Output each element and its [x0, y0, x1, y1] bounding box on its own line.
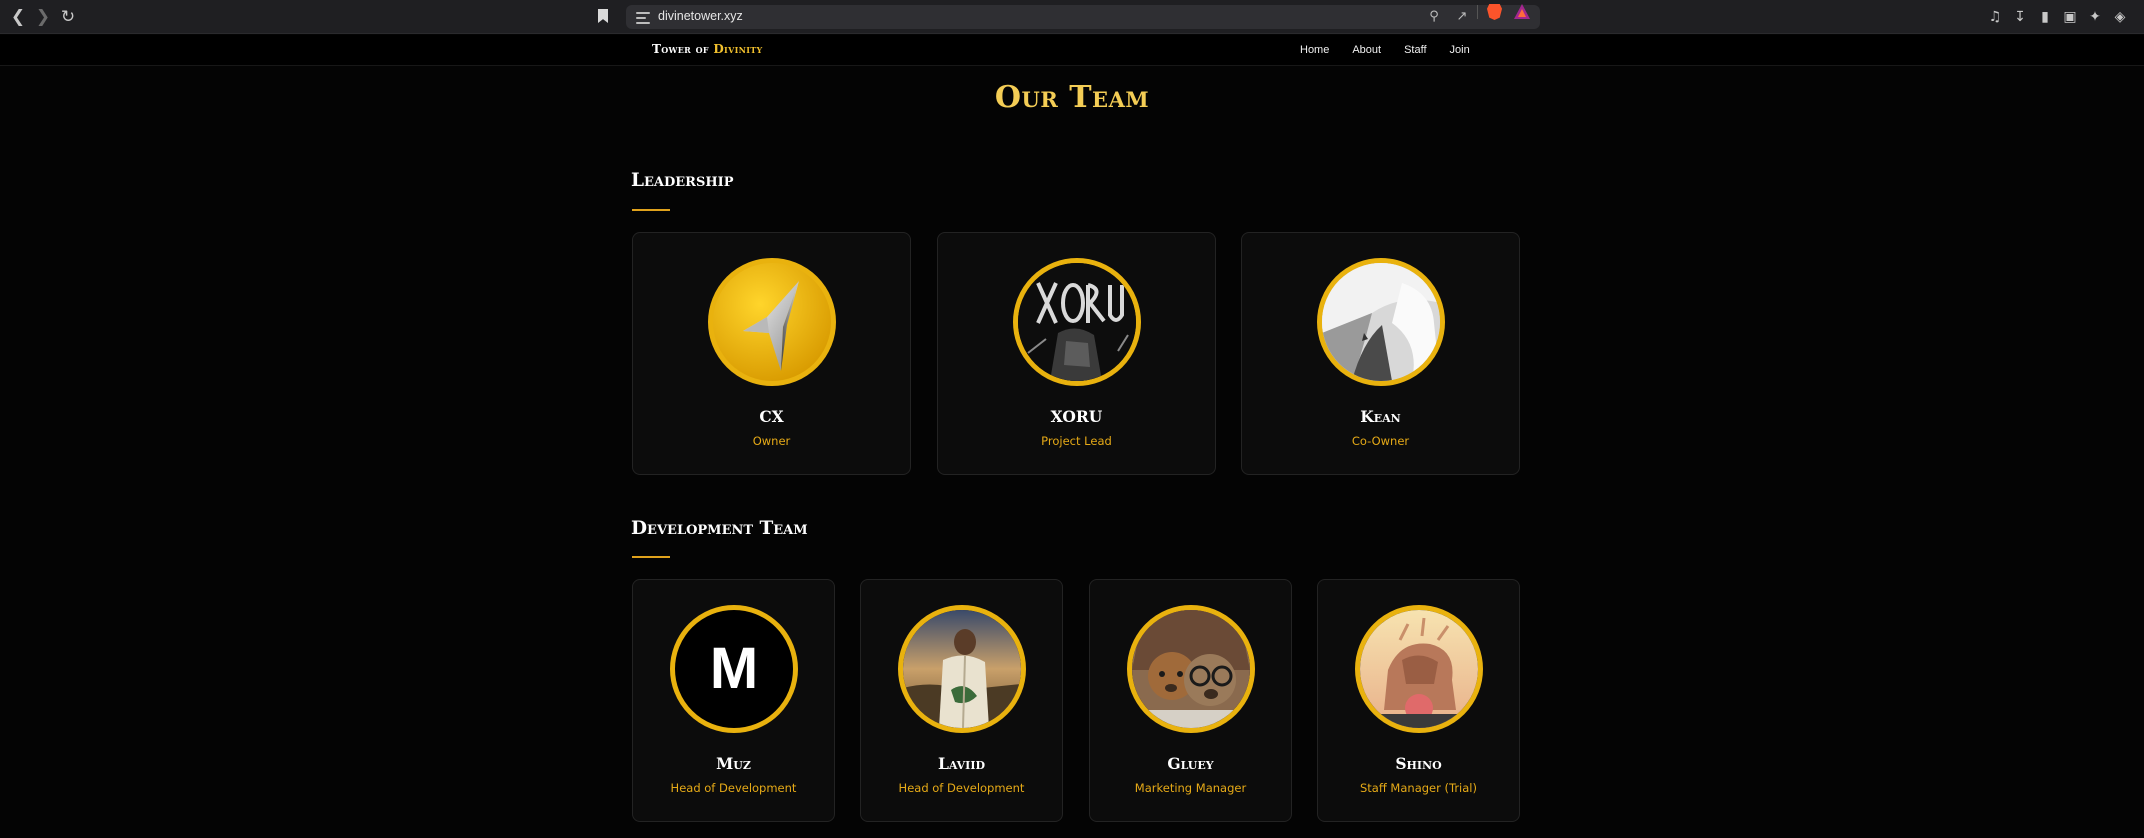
site-settings-icon[interactable] [636, 10, 650, 24]
sunset-figure-avatar-icon [1360, 610, 1478, 728]
member-name: CX [759, 407, 784, 426]
forward-icon[interactable]: ❯ [33, 7, 53, 27]
member-role: Staff Manager (Trial) [1360, 781, 1477, 795]
nav-links: Home About Staff Join [1300, 44, 1493, 56]
site-navbar: Tower of Divinity Home About Staff Join [0, 35, 2144, 66]
music-icon[interactable]: ♫ [1986, 8, 2004, 26]
brave-rewards-icon[interactable] [1514, 4, 1530, 19]
avatar-kean [1317, 258, 1445, 386]
avatar-laviid [898, 605, 1026, 733]
site-brand[interactable]: Tower of Divinity [652, 42, 763, 56]
member-role: Co-Owner [1351, 434, 1410, 448]
teddy-bears-avatar-icon [1132, 610, 1250, 728]
avatar-shino [1355, 605, 1483, 733]
member-role: Project Lead [1041, 434, 1112, 448]
member-name: Laviid [938, 754, 985, 773]
section-title-leadership: Leadership [631, 170, 734, 191]
member-role: Head of Development [670, 781, 797, 795]
vpn-shield-icon[interactable]: ◈ [2111, 8, 2129, 26]
brand-text: Tower of [652, 42, 714, 56]
section-underline [632, 209, 670, 211]
avatar-gluey [1127, 605, 1255, 733]
zoom-icon[interactable]: ⚲ [1426, 9, 1442, 25]
nav-about-link[interactable]: About [1352, 44, 1381, 56]
url-text[interactable]: divinetower.xyz [658, 9, 743, 23]
member-role: Owner [752, 434, 791, 448]
page-title: Our Team [994, 80, 1150, 115]
member-card-laviid: Laviid Head of Development [860, 579, 1063, 822]
wallet-icon[interactable]: ▣ [2061, 8, 2079, 26]
leo-ai-icon[interactable]: ✦ [2086, 8, 2104, 26]
section-underline [632, 556, 670, 558]
member-name: XORU [1050, 407, 1103, 426]
member-card-shino: Shino Staff Manager (Trial) [1317, 579, 1520, 822]
xoru-artwork [1018, 263, 1136, 381]
member-name: Gluey [1167, 754, 1214, 773]
member-name: Kean [1360, 407, 1401, 426]
nav-join-link[interactable]: Join [1450, 44, 1470, 56]
brand-accent-text: Divinity [713, 42, 763, 56]
avatar-muz: M [670, 605, 798, 733]
avatar-cx [708, 258, 836, 386]
divider [1477, 5, 1478, 19]
share-icon[interactable]: ↗ [1454, 9, 1470, 25]
letter-m-avatar-icon: M [709, 636, 759, 701]
painting-avatar-icon [903, 610, 1021, 728]
section-title-development-team: Development Team [631, 518, 808, 539]
gold-star-icon [713, 263, 831, 381]
reload-icon[interactable]: ↻ [58, 7, 78, 27]
nav-home-link[interactable]: Home [1300, 44, 1329, 56]
browser-toolbar: ❮ ❯ ↻ divinetower.xyz ⚲ ↗ ♫ ↧ ▮ ▣ ✦ ◈ [0, 0, 2144, 34]
grayscale-photo [1322, 263, 1440, 381]
member-card-cx: CX Owner [632, 232, 911, 475]
bookmark-icon[interactable] [598, 9, 608, 23]
member-role: Marketing Manager [1134, 781, 1247, 795]
member-card-xoru: XORU Project Lead [937, 232, 1216, 475]
download-icon[interactable]: ↧ [2011, 8, 2029, 26]
member-card-muz: M Muz Head of Development [632, 579, 835, 822]
member-name: Muz [716, 754, 751, 773]
brave-shields-icon[interactable] [1487, 4, 1502, 20]
sidebar-icon[interactable]: ▮ [2036, 8, 2054, 26]
member-card-kean: Kean Co-Owner [1241, 232, 1520, 475]
member-name: Shino [1395, 754, 1442, 773]
back-icon[interactable]: ❮ [8, 7, 28, 27]
address-bar[interactable]: divinetower.xyz ⚲ ↗ [626, 5, 1540, 29]
member-card-gluey: Gluey Marketing Manager [1089, 579, 1292, 822]
member-role: Head of Development [898, 781, 1025, 795]
nav-staff-link[interactable]: Staff [1404, 44, 1426, 56]
avatar-xoru [1013, 258, 1141, 386]
